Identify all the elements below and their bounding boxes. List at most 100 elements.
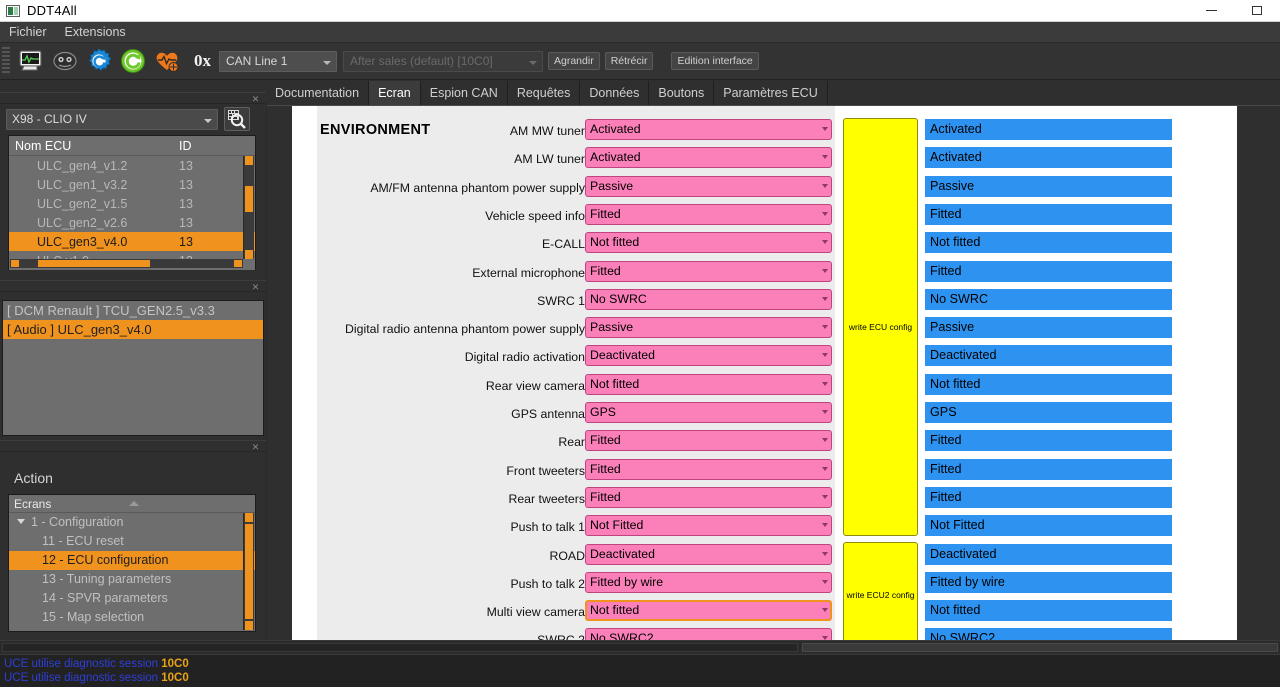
ecu-table-vscrollbar[interactable]	[243, 156, 254, 259]
ecu-table[interactable]: Nom ECU ID ULC_gen4_v1.2 13 ULC_gen1_v3.…	[8, 135, 256, 270]
parameter-write-select[interactable]: Fitted	[585, 486, 832, 508]
parameter-write-select[interactable]: Fitted	[585, 203, 832, 225]
parameter-write-select[interactable]: GPS	[585, 402, 832, 423]
can-line-select[interactable]: CAN Line 1	[219, 50, 337, 72]
agrandir-button[interactable]: Agrandir	[548, 52, 600, 70]
can-line-value: CAN Line 1	[226, 53, 288, 68]
tab-requetes[interactable]: Requêtes	[508, 81, 581, 105]
selected-ecu-list[interactable]: [ DCM Renault ] TCU_GEN2.5_v3.3 [ Audio …	[2, 300, 264, 436]
menu-extensions[interactable]: Extensions	[56, 22, 135, 43]
list-item[interactable]: [ DCM Renault ] TCU_GEN2.5_v3.3	[3, 301, 263, 320]
scroll-thumb[interactable]	[245, 524, 253, 619]
parameter-write-select[interactable]: Deactivated	[585, 345, 832, 367]
parameter-write-value: Activated	[590, 150, 641, 165]
log-panel[interactable]: UCE utilise diagnostic session 10C0 UCE …	[0, 654, 1280, 687]
maximize-button[interactable]	[1234, 0, 1280, 22]
ecu-screen-icon[interactable]	[16, 46, 46, 76]
scroll-thumb[interactable]	[37, 260, 150, 267]
parameter-label: Front tweeters	[506, 463, 585, 478]
parameter-write-select[interactable]: Passive	[585, 175, 832, 197]
scroll-down-cap[interactable]	[245, 250, 253, 259]
app-icon	[6, 4, 20, 17]
tree-item-spvr-parameters[interactable]: 14 - SPVR parameters	[9, 589, 255, 608]
table-row[interactable]: ULC_gen2_v2.6 13	[9, 213, 255, 232]
table-row[interactable]: ULC_gen1_v3.2 13	[9, 175, 255, 194]
toolbar: 0x CAN Line 1 After sales (default) [10C…	[0, 43, 1280, 80]
parameter-write-value: Deactivated	[590, 546, 655, 561]
tree-item-label: 13 - Tuning parameters	[42, 572, 172, 586]
parameter-label: External microphone	[472, 265, 585, 280]
edition-interface-button[interactable]: Edition interface	[671, 52, 759, 70]
refresh-icon[interactable]	[118, 46, 148, 76]
parameter-write-select[interactable]: Fitted	[585, 458, 832, 480]
parameter-write-select[interactable]: Not fitted	[585, 373, 832, 395]
tab-donnees[interactable]: Données	[580, 81, 650, 105]
tab-boutons[interactable]: Boutons	[649, 81, 715, 105]
scroll-up-cap[interactable]	[245, 513, 253, 522]
scroll-left-cap[interactable]	[11, 260, 19, 267]
scroll-thumb[interactable]	[245, 186, 253, 212]
parameter-write-select[interactable]: Not fitted	[585, 232, 832, 254]
ecrans-tree-vscrollbar[interactable]	[243, 513, 254, 630]
ecrans-tree-header[interactable]: Ecrans	[9, 495, 255, 513]
parameter-write-select[interactable]: Activated	[585, 119, 832, 140]
menu-fichier[interactable]: Fichier	[0, 22, 56, 43]
retrecir-button[interactable]: Rétrécir	[604, 52, 654, 70]
list-item-selected[interactable]: [ Audio ] ULC_gen3_v4.0	[3, 320, 263, 339]
parameter-read-value: Passive	[925, 175, 1172, 197]
tab-documentation[interactable]: Documentation	[266, 81, 370, 105]
tab-ecran[interactable]: Ecran	[369, 81, 421, 105]
table-row[interactable]: ULC_gen4_v1.2 13	[9, 156, 255, 175]
ecrans-tree[interactable]: Ecrans 1 - Configuration 11 - ECU reset …	[8, 494, 256, 632]
column-header-name[interactable]: Nom ECU	[9, 139, 179, 153]
scroll-up-cap[interactable]	[245, 156, 253, 165]
search-ecu-button[interactable]	[224, 107, 250, 131]
parameter-read-value: Deactivated	[925, 345, 1172, 367]
ecu-name: ULC_gen2_v1.5	[37, 196, 128, 211]
tree-item-ecu-configuration[interactable]: 12 - ECU configuration	[9, 551, 255, 570]
parameter-read-value: Not fitted	[925, 232, 1172, 254]
left-panel: ✕ X98 - CLIO IV Nom ECU ID ULC_gen4_v1.2…	[0, 80, 266, 640]
close-icon[interactable]: ✕	[251, 283, 260, 292]
parameter-write-select[interactable]: Deactivated	[585, 543, 832, 565]
heartbeat-icon[interactable]	[152, 46, 182, 76]
parameter-write-select[interactable]: Activated	[585, 147, 832, 169]
tab-espion-can[interactable]: Espion CAN	[421, 81, 508, 105]
scroll-down-cap[interactable]	[245, 621, 253, 630]
scroll-right-cap[interactable]	[234, 260, 242, 267]
session-select[interactable]: After sales (default) [10C0]	[343, 50, 543, 72]
ecu-name: ULC_gen1_v3.2	[37, 177, 128, 192]
tab-parametres-ecu[interactable]: Paramètres ECU	[714, 81, 828, 105]
tree-item-configuration[interactable]: 1 - Configuration	[9, 513, 255, 532]
mask-icon[interactable]	[50, 46, 80, 76]
tree-item-tuning-parameters[interactable]: 13 - Tuning parameters	[9, 570, 255, 589]
tree-item-map-selection[interactable]: 15 - Map selection	[9, 608, 255, 627]
ecu-table-hscrollbar[interactable]	[10, 259, 243, 268]
panel-divider-mid: ✕	[0, 280, 266, 292]
parameter-label: Push to talk 1	[510, 520, 585, 535]
parameter-row: AM/FM antenna phantom power supply Passiv…	[292, 174, 1237, 202]
close-icon[interactable]: ✕	[251, 95, 260, 104]
chevron-down-icon	[822, 494, 828, 499]
tree-item-ecu-reset[interactable]: 11 - ECU reset	[9, 532, 255, 551]
close-icon[interactable]: ✕	[251, 443, 260, 452]
toolbar-grip[interactable]	[2, 47, 10, 75]
chevron-down-icon[interactable]	[17, 519, 26, 526]
parameter-write-select[interactable]: No SWRC	[585, 288, 832, 310]
parameter-write-select[interactable]: Fitted by wire	[585, 571, 832, 593]
parameter-write-select[interactable]: Passive	[585, 317, 832, 339]
vehicle-select[interactable]: X98 - CLIO IV	[6, 108, 218, 130]
parameter-write-select[interactable]: Fitted	[585, 430, 832, 452]
log-line: UCE utilise diagnostic session 10C0	[4, 657, 1280, 671]
action-title: Action	[14, 470, 53, 486]
parameter-write-select[interactable]: Fitted	[585, 260, 832, 282]
table-row[interactable]: ULC_gen2_v1.5 13	[9, 194, 255, 213]
gear-refresh-icon[interactable]	[84, 46, 114, 76]
table-row-selected[interactable]: ULC_gen3_v4.0 13	[9, 232, 255, 251]
parameter-write-select[interactable]: Not Fitted	[585, 515, 832, 537]
column-header-id[interactable]: ID	[179, 139, 219, 153]
chevron-down-icon	[822, 296, 828, 301]
parameter-row: Front tweeters Fitted Fitted	[292, 457, 1237, 485]
minimize-button[interactable]	[1188, 0, 1234, 22]
parameter-write-select[interactable]: Not fitted	[585, 600, 832, 622]
